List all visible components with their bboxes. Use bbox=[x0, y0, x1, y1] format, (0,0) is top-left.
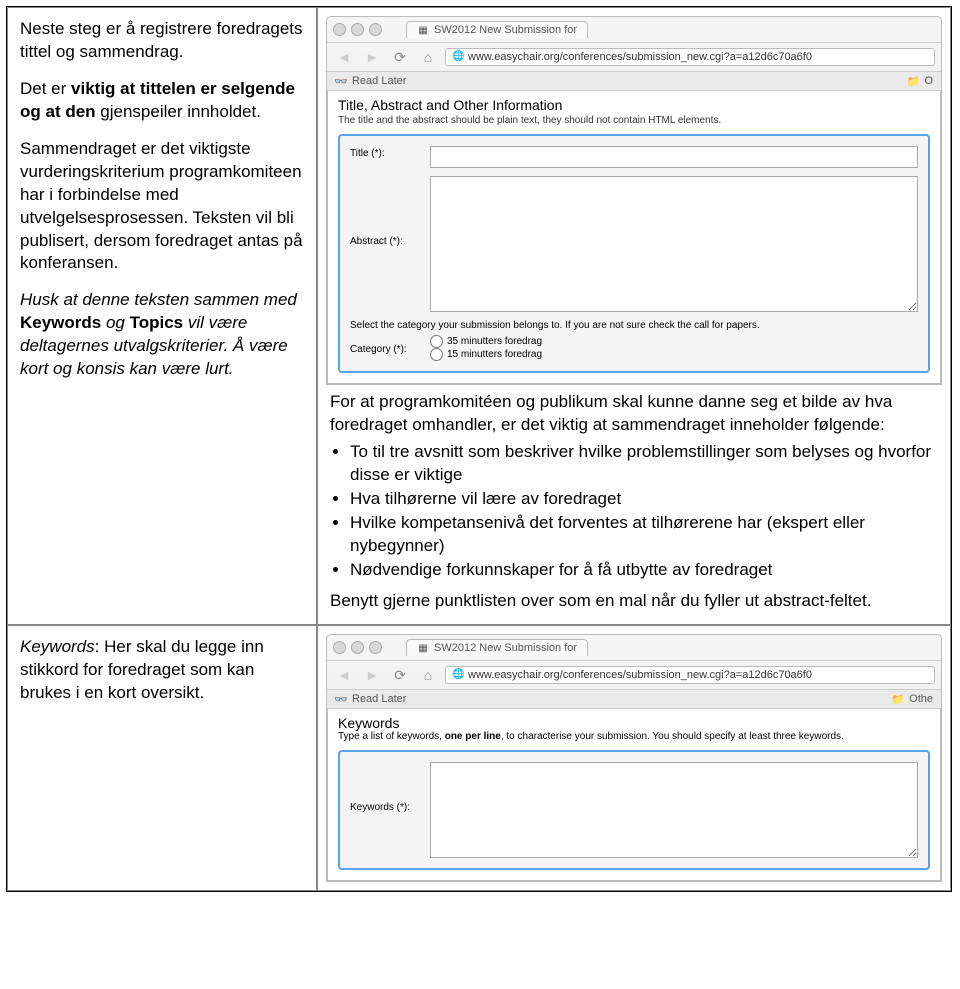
form-box-title-abstract: Title (*): Abstract (*): Select the cate… bbox=[338, 134, 930, 373]
keywords-note: Type a list of keywords, one per line, t… bbox=[338, 731, 930, 742]
category-note: Select the category your submission belo… bbox=[350, 320, 918, 331]
url-bar[interactable]: 🌐 www.easychair.org/conferences/submissi… bbox=[445, 666, 935, 684]
abstract-textarea[interactable] bbox=[430, 176, 918, 312]
right-panel-2: ▦ SW2012 New Submission for ◄ ► ⟳ ⌂ 🌐 ww… bbox=[317, 625, 951, 891]
reload-button[interactable]: ⟳ bbox=[389, 665, 411, 685]
bullet-item: Nødvendige forkunnskaper for å få utbytt… bbox=[350, 559, 938, 582]
category-option-1[interactable]: 35 minutters foredrag bbox=[430, 335, 542, 348]
keywords-note-paragraph: Husk at denne teksten sammen med Keyword… bbox=[20, 289, 304, 381]
close-icon[interactable] bbox=[333, 23, 346, 36]
read-later-link[interactable]: Read Later bbox=[352, 75, 406, 87]
option-label: 35 minutters foredrag bbox=[447, 336, 542, 347]
bullet-item: Hva tilhørerne vil lære av foredraget bbox=[350, 488, 938, 511]
category-label: Category (*): bbox=[350, 342, 430, 355]
keywords-section-title: Keywords bbox=[338, 715, 930, 731]
left-panel-2: Keywords: Her skal du legge inn stikkord… bbox=[7, 625, 317, 891]
globe-icon: 🌐 bbox=[452, 51, 464, 63]
window-titlebar: ▦ SW2012 New Submission for bbox=[327, 17, 941, 43]
form-box-keywords: Keywords (*): bbox=[338, 750, 930, 870]
glasses-icon: 👓 bbox=[335, 75, 347, 87]
tab-title: SW2012 New Submission for bbox=[434, 642, 577, 654]
radio-icon bbox=[430, 348, 443, 361]
browser-toolbar: ◄ ► ⟳ ⌂ 🌐 www.easychair.org/conferences/… bbox=[327, 661, 941, 690]
minimize-icon[interactable] bbox=[351, 641, 364, 654]
traffic-lights bbox=[333, 23, 382, 36]
back-button[interactable]: ◄ bbox=[333, 47, 355, 67]
url-text: www.easychair.org/conferences/submission… bbox=[468, 669, 812, 681]
radio-icon bbox=[430, 335, 443, 348]
summary-advice-paragraph: Sammendraget er det viktigste vurderings… bbox=[20, 138, 304, 276]
back-button[interactable]: ◄ bbox=[333, 665, 355, 685]
keywords-label: Keywords (*): bbox=[350, 762, 430, 813]
abstract-label: Abstract (*): bbox=[350, 176, 430, 247]
globe-icon: 🌐 bbox=[452, 669, 464, 681]
left-panel-1: Neste steg er å registrere foredragets t… bbox=[7, 7, 317, 625]
explain-outro: Benytt gjerne punktlisten over som en ma… bbox=[330, 590, 938, 613]
url-bar[interactable]: 🌐 www.easychair.org/conferences/submissi… bbox=[445, 48, 935, 66]
browser-tab[interactable]: ▦ SW2012 New Submission for bbox=[406, 21, 588, 38]
folder-icon: 📁 bbox=[907, 75, 919, 87]
option-label: 15 minutters foredrag bbox=[447, 349, 542, 360]
bookmark-bar: 👓 Read Later 📁 O bbox=[327, 72, 941, 91]
close-icon[interactable] bbox=[333, 641, 346, 654]
bookmark-folder[interactable]: Othe bbox=[909, 693, 933, 705]
home-button[interactable]: ⌂ bbox=[417, 47, 439, 67]
browser-window-1: ▦ SW2012 New Submission for ◄ ► ⟳ ⌂ 🌐 ww… bbox=[326, 16, 942, 385]
keywords-instruction: Keywords: Her skal du legge inn stikkord… bbox=[20, 636, 304, 705]
page-container: Neste steg er å registrere foredragets t… bbox=[6, 6, 952, 892]
forward-button[interactable]: ► bbox=[361, 665, 383, 685]
right-panel-1: ▦ SW2012 New Submission for ◄ ► ⟳ ⌂ 🌐 ww… bbox=[317, 7, 951, 625]
folder-icon: 📁 bbox=[892, 693, 904, 705]
favicon-icon: ▦ bbox=[417, 642, 429, 654]
zoom-icon[interactable] bbox=[369, 641, 382, 654]
tab-title: SW2012 New Submission for bbox=[434, 24, 577, 36]
explain-intro: For at programkomitéen og publikum skal … bbox=[330, 391, 938, 437]
keywords-textarea[interactable] bbox=[430, 762, 918, 858]
forward-button[interactable]: ► bbox=[361, 47, 383, 67]
zoom-icon[interactable] bbox=[369, 23, 382, 36]
explanation-block: For at programkomitéen og publikum skal … bbox=[326, 385, 942, 616]
read-later-link[interactable]: Read Later bbox=[352, 693, 406, 705]
minimize-icon[interactable] bbox=[351, 23, 364, 36]
bullet-item: To til tre avsnitt som beskriver hvilke … bbox=[350, 441, 938, 487]
explain-bullets: To til tre avsnitt som beskriver hvilke … bbox=[330, 441, 938, 582]
bookmark-folder[interactable]: O bbox=[924, 75, 933, 87]
section-title: Title, Abstract and Other Information bbox=[338, 97, 930, 113]
window-titlebar: ▦ SW2012 New Submission for bbox=[327, 635, 941, 661]
browser-window-2: ▦ SW2012 New Submission for ◄ ► ⟳ ⌂ 🌐 ww… bbox=[326, 634, 942, 882]
home-button[interactable]: ⌂ bbox=[417, 665, 439, 685]
traffic-lights bbox=[333, 641, 382, 654]
page-content-1: Title, Abstract and Other Information Th… bbox=[327, 91, 941, 384]
browser-tab[interactable]: ▦ SW2012 New Submission for bbox=[406, 639, 588, 656]
intro-paragraph: Neste steg er å registrere foredragets t… bbox=[20, 18, 304, 64]
page-content-2: Keywords Type a list of keywords, one pe… bbox=[327, 709, 941, 881]
section-subtitle: The title and the abstract should be pla… bbox=[338, 115, 930, 126]
title-advice-paragraph: Det er viktig at tittelen er selgende og… bbox=[20, 78, 304, 124]
reload-button[interactable]: ⟳ bbox=[389, 47, 411, 67]
bullet-item: Hvilke kompetansenivå det forventes at t… bbox=[350, 512, 938, 558]
url-text: www.easychair.org/conferences/submission… bbox=[468, 51, 812, 63]
category-option-2[interactable]: 15 minutters foredrag bbox=[430, 348, 542, 361]
bookmark-bar: 👓 Read Later 📁 Othe bbox=[327, 690, 941, 709]
title-label: Title (*): bbox=[350, 146, 430, 159]
glasses-icon: 👓 bbox=[335, 693, 347, 705]
browser-toolbar: ◄ ► ⟳ ⌂ 🌐 www.easychair.org/conferences/… bbox=[327, 43, 941, 72]
title-input[interactable] bbox=[430, 146, 918, 168]
favicon-icon: ▦ bbox=[417, 24, 429, 36]
